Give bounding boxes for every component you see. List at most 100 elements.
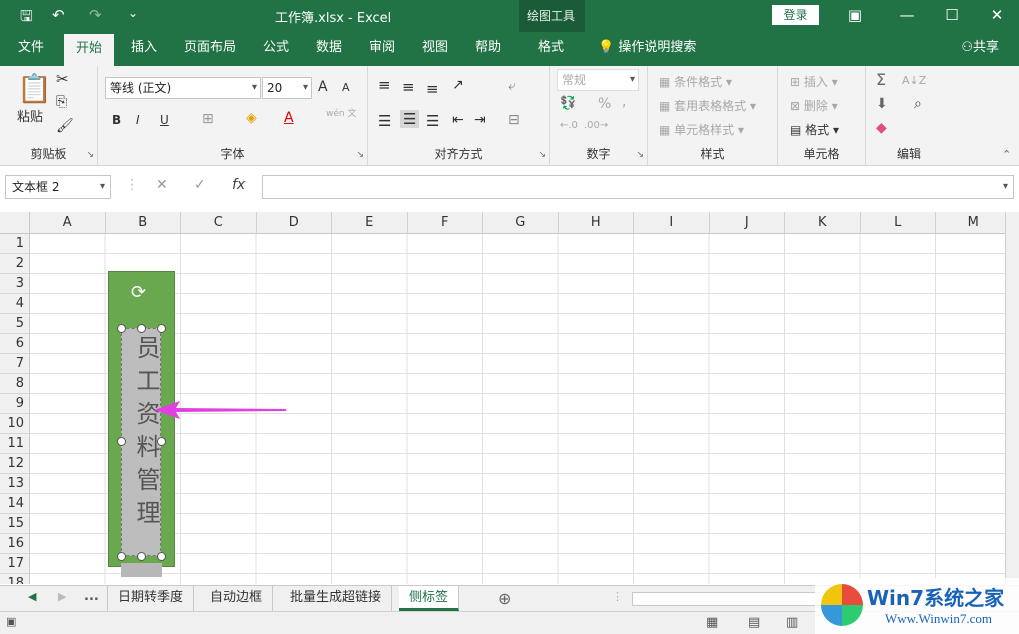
column-header-b[interactable]: B bbox=[106, 212, 182, 234]
insert-cells-button[interactable]: ⊞ 插入 ▾ bbox=[790, 73, 838, 90]
resize-handle-bottom[interactable] bbox=[137, 552, 146, 561]
align-left-icon[interactable]: ☰ bbox=[378, 112, 391, 130]
increase-decimal-icon[interactable]: ←.0 bbox=[560, 120, 578, 131]
close-button[interactable]: ✕ bbox=[975, 0, 1019, 32]
font-size-combo[interactable]: 20▾ bbox=[262, 77, 312, 99]
border-icon[interactable]: ⊞ bbox=[202, 111, 214, 127]
font-launcher-icon[interactable]: ↘ bbox=[356, 150, 364, 160]
conditional-formatting-button[interactable]: ▦ 条件格式 ▾ bbox=[659, 73, 732, 90]
row-header-8[interactable]: 8 bbox=[0, 374, 30, 394]
customize-quick-access-icon[interactable]: ⌄ bbox=[128, 6, 138, 20]
row-header-5[interactable]: 5 bbox=[0, 314, 30, 334]
bold-button[interactable]: B bbox=[112, 113, 121, 127]
enter-button[interactable]: ✓ bbox=[194, 177, 206, 193]
column-header-e[interactable]: E bbox=[332, 212, 408, 234]
row-header-2[interactable]: 2 bbox=[0, 254, 30, 274]
copy-icon[interactable]: ⎘ bbox=[56, 94, 67, 110]
collapse-ribbon-icon[interactable]: ⌃ bbox=[1002, 148, 1011, 161]
resize-handle-top-right[interactable] bbox=[157, 324, 166, 333]
sheet-tab-auto-border[interactable]: 自动边框 bbox=[200, 586, 273, 611]
percent-button[interactable]: % bbox=[598, 96, 611, 112]
resize-handle-right[interactable] bbox=[157, 437, 166, 446]
paste-button[interactable]: 粘贴 bbox=[17, 106, 43, 125]
sheet-tab-side-label[interactable]: 侧标签 bbox=[399, 586, 459, 611]
align-bottom-icon[interactable]: ≡ bbox=[426, 80, 439, 98]
normal-view-icon[interactable]: ▦ bbox=[706, 615, 718, 630]
tab-view[interactable]: 视图 bbox=[420, 32, 450, 66]
scroll-sheets-left-icon[interactable]: ◀ bbox=[28, 590, 36, 603]
resize-handle-top[interactable] bbox=[137, 324, 146, 333]
decrease-indent-icon[interactable]: ⇤ bbox=[452, 112, 464, 128]
sort-filter-icon[interactable]: A↓Z bbox=[902, 74, 926, 87]
ribbon-display-options-icon[interactable]: ▣ bbox=[833, 0, 877, 32]
tab-file[interactable]: 文件 bbox=[16, 32, 46, 66]
page-break-view-icon[interactable]: ▥ bbox=[786, 615, 798, 630]
tell-me-search[interactable]: 💡 操作说明搜索 bbox=[598, 32, 696, 66]
save-icon[interactable]: 🖫 bbox=[20, 6, 33, 31]
tab-insert[interactable]: 插入 bbox=[129, 32, 159, 66]
column-header-m[interactable]: M bbox=[936, 212, 1005, 234]
clipboard-launcher-icon[interactable]: ↘ bbox=[86, 150, 94, 160]
resize-handle-left[interactable] bbox=[117, 437, 126, 446]
font-name-combo[interactable]: 等线 (正文)▾ bbox=[105, 77, 261, 99]
wrap-text-icon[interactable]: ⤶ bbox=[508, 78, 516, 94]
name-box[interactable]: 文本框 2▾ bbox=[5, 175, 111, 199]
text-box-content[interactable]: 员工资料管理 bbox=[122, 335, 162, 533]
alignment-launcher-icon[interactable]: ↘ bbox=[538, 150, 546, 160]
format-painter-icon[interactable]: 🖌 bbox=[56, 118, 74, 134]
row-header-13[interactable]: 13 bbox=[0, 474, 30, 494]
row-header-16[interactable]: 16 bbox=[0, 534, 30, 554]
sheet-tab-batch-hyperlink[interactable]: 批量生成超链接 bbox=[280, 586, 392, 611]
select-all-button[interactable] bbox=[0, 212, 30, 234]
cell-styles-button[interactable]: ▦ 单元格样式 ▾ bbox=[659, 121, 744, 138]
merge-center-icon[interactable]: ⊟ bbox=[508, 112, 520, 128]
expand-formula-icon[interactable]: ▾ bbox=[1003, 181, 1008, 192]
column-header-h[interactable]: H bbox=[559, 212, 635, 234]
fill-color-icon[interactable]: ◈ bbox=[246, 110, 257, 126]
tab-split-handle[interactable]: ⋮ bbox=[612, 590, 623, 603]
insert-function-button[interactable]: fx bbox=[232, 177, 245, 193]
fill-icon[interactable]: ⬇ bbox=[876, 96, 888, 112]
more-sheets-button[interactable]: ... bbox=[84, 589, 99, 604]
column-header-k[interactable]: K bbox=[785, 212, 861, 234]
autosum-button[interactable]: Σ bbox=[876, 70, 886, 89]
resize-handle-bottom-right[interactable] bbox=[157, 552, 166, 561]
row-header-1[interactable]: 1 bbox=[0, 234, 30, 254]
sheet-tab-date-quarter[interactable]: 日期转季度 bbox=[107, 586, 194, 611]
column-header-l[interactable]: L bbox=[861, 212, 937, 234]
column-header-g[interactable]: G bbox=[483, 212, 559, 234]
tab-format[interactable]: 格式 bbox=[536, 32, 566, 66]
scroll-sheets-right-icon[interactable]: ▶ bbox=[58, 590, 66, 603]
column-header-c[interactable]: C bbox=[181, 212, 257, 234]
text-box-2[interactable]: 员工资料管理 bbox=[121, 328, 161, 556]
align-middle-icon[interactable]: ≡ bbox=[402, 78, 415, 96]
column-header-d[interactable]: D bbox=[257, 212, 333, 234]
underline-button[interactable]: U bbox=[160, 113, 169, 127]
minimize-button[interactable]: — bbox=[885, 0, 929, 32]
vertical-scrollbar[interactable] bbox=[1005, 212, 1019, 584]
row-header-18[interactable]: 18 bbox=[0, 574, 30, 584]
row-header-10[interactable]: 10 bbox=[0, 414, 30, 434]
redo-icon[interactable]: ↷ bbox=[89, 6, 102, 24]
format-as-table-button[interactable]: ▦ 套用表格格式 ▾ bbox=[659, 97, 756, 114]
grow-font-button[interactable]: A bbox=[318, 79, 328, 95]
align-center-icon[interactable]: ☰ bbox=[400, 110, 419, 128]
align-top-icon[interactable]: ≡ bbox=[378, 76, 391, 94]
number-launcher-icon[interactable]: ↘ bbox=[636, 150, 644, 160]
column-header-j[interactable]: J bbox=[710, 212, 786, 234]
font-color-icon[interactable]: A bbox=[284, 110, 294, 126]
row-header-3[interactable]: 3 bbox=[0, 274, 30, 294]
row-header-4[interactable]: 4 bbox=[0, 294, 30, 314]
paste-icon[interactable]: 📋 bbox=[17, 72, 52, 105]
row-header-15[interactable]: 15 bbox=[0, 514, 30, 534]
share-button[interactable]: ⚇共享 bbox=[961, 32, 999, 66]
resize-handle-top-left[interactable] bbox=[117, 324, 126, 333]
column-header-i[interactable]: I bbox=[634, 212, 710, 234]
format-cells-button[interactable]: ▤ 格式 ▾ bbox=[790, 121, 839, 138]
tab-help[interactable]: 帮助 bbox=[473, 32, 503, 66]
number-format-combo[interactable]: 常规▾ bbox=[557, 69, 639, 91]
row-header-6[interactable]: 6 bbox=[0, 334, 30, 354]
rotate-handle-icon[interactable]: ⟳ bbox=[131, 282, 146, 303]
undo-icon[interactable]: ↶ bbox=[52, 6, 65, 24]
align-right-icon[interactable]: ☰ bbox=[426, 112, 439, 130]
